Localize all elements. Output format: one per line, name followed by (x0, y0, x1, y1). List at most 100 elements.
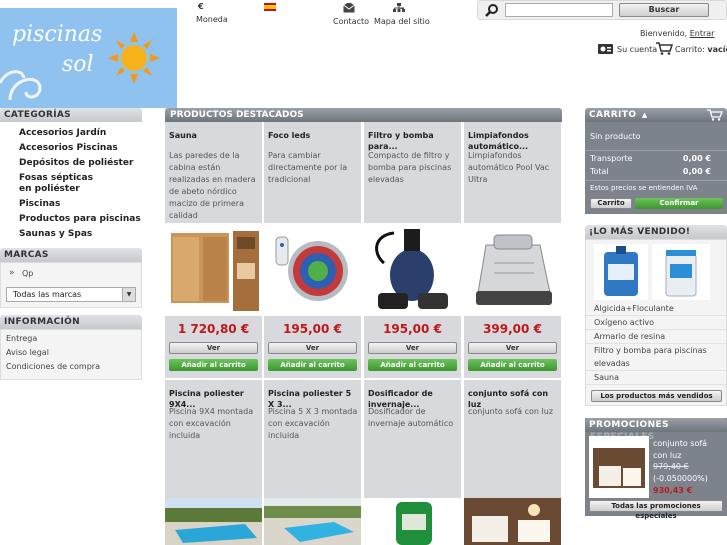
product-image[interactable] (464, 223, 561, 316)
cart-title-text: CARRITO (589, 110, 637, 120)
product-image[interactable] (364, 223, 461, 316)
category-item[interactable]: Productos para piscinas (0, 214, 142, 225)
product-title[interactable]: Limpiafondos automático... (468, 130, 560, 152)
sofa-light-image (464, 498, 561, 545)
filter-pump-image (375, 229, 448, 309)
bestseller-item[interactable]: Sauna (586, 371, 726, 385)
chevron-down-icon[interactable]: ▼ (122, 288, 135, 301)
info-link[interactable]: Condiciones de compra (1, 360, 141, 374)
product-description: Piscina 9X4 montada con excavación inclu… (169, 407, 254, 440)
promotion-name[interactable]: conjunto sofá con luz (653, 438, 723, 462)
add-to-cart-button[interactable]: Añadir al carrito (368, 359, 457, 371)
account-icon[interactable] (598, 43, 614, 58)
sitemap-icon[interactable] (393, 3, 405, 16)
brand-select[interactable]: Todas las marcas ▼ (6, 287, 136, 302)
category-item[interactable]: Piscinas (0, 199, 142, 210)
add-to-cart-button[interactable]: Añadir al carrito (468, 359, 557, 371)
promotion-new-price: 930,43 € (653, 486, 693, 495)
sitemap-link[interactable]: Mapa del sitio (374, 17, 430, 26)
product-description: Limpiafondos automático Pool Vac Ultra (468, 151, 550, 184)
product-image[interactable] (364, 498, 461, 545)
bestseller-image[interactable] (594, 244, 648, 300)
bestseller-item[interactable]: Oxígeno activo (586, 316, 726, 330)
logo-text-line1: piscinas (12, 22, 103, 47)
oxygen-bucket-image (665, 250, 697, 297)
category-item[interactable]: Accesorios Jardín (0, 128, 142, 139)
login-link[interactable]: Entrar (690, 29, 715, 38)
bestsellers-title: ¡LO MÁS VENDIDO! (585, 225, 727, 239)
bestseller-item[interactable]: Filtro y bomba para piscinas elevadas (586, 344, 726, 371)
sauna-image (171, 231, 259, 311)
add-to-cart-button[interactable]: Añadir al carrito (268, 359, 357, 371)
shipping-value: 0,00 € (682, 154, 711, 163)
product-title[interactable]: Filtro y bomba para... (368, 130, 460, 152)
spain-flag-icon[interactable] (264, 3, 276, 11)
algicide-bottle-image (604, 246, 638, 296)
product-card: Filtro y bomba para... Compacto de filtr… (364, 122, 461, 378)
search-icon[interactable] (485, 4, 499, 17)
collapse-arrow-icon[interactable]: ▲ (642, 111, 648, 119)
product-image[interactable] (464, 498, 561, 545)
currency-symbol[interactable]: € (198, 2, 204, 11)
sofa-light-image (593, 448, 645, 488)
featured-products-title: PRODUCTOS DESTACADOS (165, 108, 562, 122)
promotions-title: PROMOCIONES (585, 418, 727, 432)
bestseller-item[interactable]: Armario de resina (586, 330, 726, 344)
dosifier-image (364, 498, 461, 545)
product-image[interactable] (264, 223, 361, 316)
promotions-block: PROMOCIONES ESPECIALES conjunto sofá con… (585, 418, 727, 520)
bestsellers-block: ¡LO MÁS VENDIDO! Algicida+Floculante Oxí… (585, 225, 727, 406)
contact-link[interactable]: Contacto (333, 17, 369, 26)
brand-link[interactable]: Qp (22, 269, 33, 278)
category-item[interactable]: Saunas y Spas (0, 229, 142, 240)
search-bar: Buscar (477, 0, 727, 20)
product-card: Sauna Las paredes de la cabina están rea… (165, 122, 262, 378)
categories-title: CATEGORÍAS (0, 108, 142, 122)
cart-button[interactable]: Carrito (590, 198, 632, 209)
product-description: Para cambiar directamente por la tradici… (268, 151, 348, 184)
view-button[interactable]: Ver (368, 342, 457, 354)
cart-icon[interactable] (656, 42, 674, 58)
view-button[interactable]: Ver (169, 342, 258, 354)
category-item[interactable]: Fosas sépticas en poliéster (0, 173, 100, 195)
account-link[interactable]: Su cuenta (617, 45, 657, 54)
info-link[interactable]: Aviso legal (1, 346, 141, 360)
category-item[interactable]: Accesorios Piscinas (0, 143, 142, 154)
promotion-image[interactable] (589, 436, 649, 498)
site-logo[interactable]: piscinas sol (0, 8, 177, 108)
information-title: INFORMACIÓN (0, 315, 142, 329)
product-card: Piscina poliester 5 X 3... Piscina 5 X 3… (264, 380, 361, 545)
info-link[interactable]: Entrega (1, 332, 141, 346)
product-title[interactable]: Sauna (169, 130, 261, 141)
add-to-cart-button[interactable]: Añadir al carrito (169, 359, 258, 371)
product-image[interactable] (165, 223, 262, 316)
bestsellers-button[interactable]: Los productos más vendidos (591, 390, 722, 402)
product-card: Foco leds Para cambiar directamente por … (264, 122, 361, 378)
brand-select-value: Todas las marcas (13, 290, 82, 299)
brands-block: MARCAS » Qp Todas las marcas ▼ (0, 248, 142, 308)
search-button[interactable]: Buscar (619, 3, 709, 17)
search-input[interactable] (505, 3, 613, 17)
product-image[interactable] (264, 498, 361, 545)
bestseller-item[interactable]: Algicida+Floculante (586, 302, 726, 316)
brands-title: MARCAS (0, 248, 142, 262)
confirm-button[interactable]: Confirmar (635, 198, 723, 209)
currency-label[interactable]: Moneda (196, 15, 228, 24)
view-button[interactable]: Ver (268, 342, 357, 354)
pool-cleaner-image (476, 234, 552, 305)
view-button[interactable]: Ver (468, 342, 557, 354)
product-description: Dosificador de invernaje automático (368, 407, 454, 428)
all-promotions-button[interactable]: Todas las promociones especiales (589, 500, 723, 520)
tax-note: Estos precios se entienden IVA (590, 184, 698, 192)
product-title[interactable]: Foco leds (268, 130, 360, 141)
product-card: Limpiafondos automático... Limpiafondos … (464, 122, 561, 378)
product-image[interactable] (165, 498, 262, 545)
bestseller-image[interactable] (652, 244, 710, 300)
product-description: Piscina 5 X 3 montada con excavación inc… (268, 407, 358, 440)
header-cart-label: Carrito: (675, 45, 705, 54)
envelope-icon[interactable] (343, 2, 355, 16)
welcome-text: Bienvenido, (640, 29, 688, 38)
header-cart-summary[interactable]: Carrito: vacío (675, 45, 727, 54)
product-card: Piscina poliester 9X4... Piscina 9X4 mon… (165, 380, 262, 545)
category-item[interactable]: Depósitos de poliéster (0, 158, 142, 169)
